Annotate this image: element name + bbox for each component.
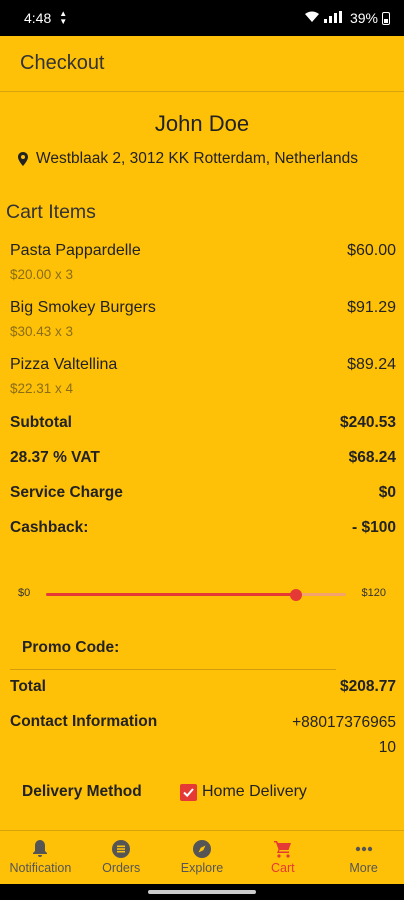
item-price: $60.00: [347, 242, 396, 259]
cashback-label: Cashback:: [10, 519, 89, 536]
battery-percent: 39%: [349, 10, 378, 26]
promo-code-label: Promo Code:: [22, 639, 120, 656]
wifi-icon: [304, 11, 320, 26]
cart-icon: [273, 840, 292, 858]
contact-phone-line2: 10: [378, 739, 396, 756]
battery-icon: [382, 11, 390, 25]
contact-row: Contact Information +88017376965 10: [10, 713, 396, 760]
total-label: Total: [10, 678, 46, 695]
nav-item-more[interactable]: More: [323, 831, 404, 884]
item-detail: $22.31 x 4: [10, 381, 74, 396]
home-delivery-label[interactable]: Home Delivery: [202, 783, 307, 801]
vat-label: 28.37 % VAT: [10, 449, 100, 466]
status-time: 4:48: [24, 10, 52, 26]
item-name: Pizza Valtellina: [10, 356, 118, 373]
bell-icon: [31, 840, 49, 858]
address-text: Westblaak 2, 3012 KK Rotterdam, Netherla…: [36, 150, 358, 167]
slider-track[interactable]: [46, 589, 346, 601]
compass-icon: [192, 840, 211, 858]
nav-label: Explore: [180, 861, 224, 875]
vat-row: 28.37 % VAT $68.24: [10, 449, 396, 467]
contact-phone-line1: +88017376965: [292, 714, 396, 731]
contact-label: Contact Information: [10, 713, 158, 730]
delivery-method-row: Delivery Method Home Delivery: [22, 783, 307, 801]
cashback-slider[interactable]: $0 $120: [0, 585, 404, 605]
cart-item[interactable]: Pizza Valtellina $89.24 $22.31 x 4: [10, 356, 396, 396]
cashback-value: - $100: [352, 519, 396, 536]
slider-min-label: $0: [18, 587, 31, 599]
bottom-nav: Notification Orders Explore Cart More: [0, 830, 404, 884]
home-delivery-checkbox[interactable]: [180, 783, 197, 801]
slider-max-label: $120: [361, 587, 386, 599]
subtotal-value: $240.53: [339, 414, 396, 431]
address-row: Westblaak 2, 3012 KK Rotterdam, Netherla…: [18, 150, 358, 168]
checkmark-icon: [183, 787, 194, 797]
total-row: Total $208.77: [10, 678, 396, 696]
item-name: Pasta Pappardelle: [10, 242, 141, 259]
more-icon: [355, 840, 373, 858]
nav-label: Cart: [270, 861, 295, 875]
item-price: $91.29: [347, 299, 396, 316]
slider-thumb[interactable]: [290, 589, 302, 601]
checkout-content[interactable]: John Doe Westblaak 2, 3012 KK Rotterdam,…: [0, 93, 404, 830]
cart-items-title: Cart Items: [6, 201, 96, 223]
home-indicator[interactable]: [148, 890, 256, 894]
item-detail: $20.00 x 3: [10, 267, 74, 282]
service-charge-label: Service Charge: [10, 484, 123, 501]
app-bar: Checkout: [0, 36, 404, 92]
cashback-row: Cashback: - $100: [10, 519, 396, 537]
cart-item[interactable]: Pasta Pappardelle $60.00 $20.00 x 3: [10, 242, 396, 282]
nav-item-cart[interactable]: Cart: [242, 831, 323, 884]
item-name: Big Smokey Burgers: [10, 299, 156, 316]
cart-item[interactable]: Big Smokey Burgers $91.29 $30.43 x 3: [10, 299, 396, 339]
subtotal-label: Subtotal: [10, 414, 72, 431]
nav-item-orders[interactable]: Orders: [81, 831, 162, 884]
list-icon: [112, 840, 131, 858]
page-title: Checkout: [20, 52, 105, 74]
delivery-method-label: Delivery Method: [22, 783, 142, 800]
nav-label: Orders: [102, 861, 141, 875]
promo-code-input[interactable]: [10, 669, 336, 670]
item-price: $89.24: [347, 356, 396, 373]
status-bar: 4:48 ▲ ▼ 39%: [0, 0, 404, 36]
slider-fill: [46, 593, 296, 596]
item-detail: $30.43 x 3: [10, 324, 74, 339]
nav-item-explore[interactable]: Explore: [162, 831, 243, 884]
signal-icon: [323, 10, 346, 26]
nav-label: More: [349, 861, 378, 875]
network-speed-icon: ▲ ▼: [59, 9, 68, 26]
nav-label: Notification: [9, 861, 72, 875]
contact-value: +88017376965 10: [266, 710, 396, 760]
subtotal-row: Subtotal $240.53: [10, 414, 396, 432]
location-pin-icon: [18, 152, 28, 166]
vat-value: $68.24: [348, 449, 396, 466]
nav-item-notification[interactable]: Notification: [0, 831, 81, 884]
service-charge-row: Service Charge $0: [10, 484, 396, 502]
total-value: $208.77: [339, 678, 396, 695]
service-charge-value: $0: [378, 484, 396, 501]
customer-name: John Doe: [154, 111, 250, 136]
gesture-bar: [0, 884, 404, 900]
